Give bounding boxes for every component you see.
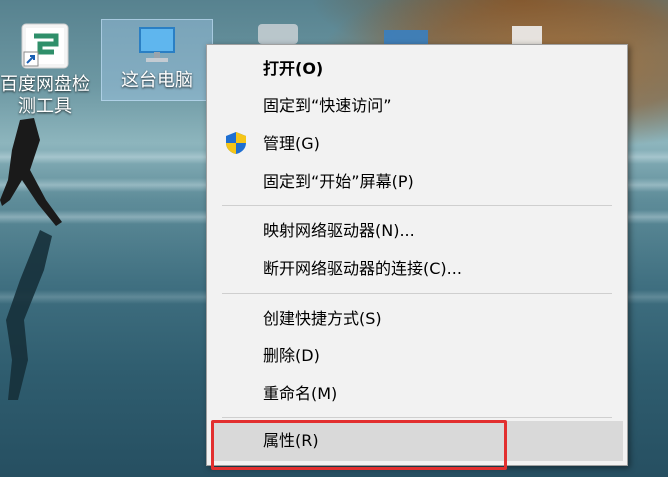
menu-separator [222,417,612,418]
person-reflection [6,230,52,400]
menu-item-pin-start[interactable]: 固定到“开始”屏幕(P) [263,167,414,197]
menu-separator [222,205,612,206]
menu-item-create-shortcut[interactable]: 创建快捷方式(S) [263,304,382,334]
person-silhouette [0,118,62,226]
desktop-icon-this-pc[interactable]: 这台电脑 [101,19,213,101]
app-shortcut-icon [21,23,69,69]
menu-item-manage[interactable]: 管理(G) [263,129,320,159]
desktop-icon-label: 测工具 [18,96,72,117]
desktop-icon-label: 这台电脑 [121,70,193,91]
menu-item-rename[interactable]: 重命名(M) [263,379,337,409]
uac-shield-icon [226,132,246,154]
desktop-icon-partial[interactable] [384,30,428,44]
menu-item-open[interactable]: 打开(O) [263,54,323,84]
menu-item-pin-quick-access[interactable]: 固定到“快速访问” [263,91,392,121]
desktop-icon-label: 百度网盘检 [0,74,90,95]
desktop-icon-baidu-tool[interactable]: 百度网盘检 测工具 [0,22,100,118]
menu-item-map-network-drive[interactable]: 映射网络驱动器(N)... [263,216,415,246]
menu-separator [222,293,612,294]
menu-item-delete[interactable]: 删除(D) [263,341,320,371]
annotation-highlight-box [211,420,507,470]
menu-item-disconnect-network-drive[interactable]: 断开网络驱动器的连接(C)... [263,254,462,284]
computer-icon [139,27,175,62]
context-menu: 打开(O) 固定到“快速访问” 管理(G) 固定到“开始”屏幕(P) 映射网络驱… [206,44,628,466]
desktop-icon-partial[interactable] [512,26,542,44]
desktop-icon-partial[interactable] [258,24,298,44]
